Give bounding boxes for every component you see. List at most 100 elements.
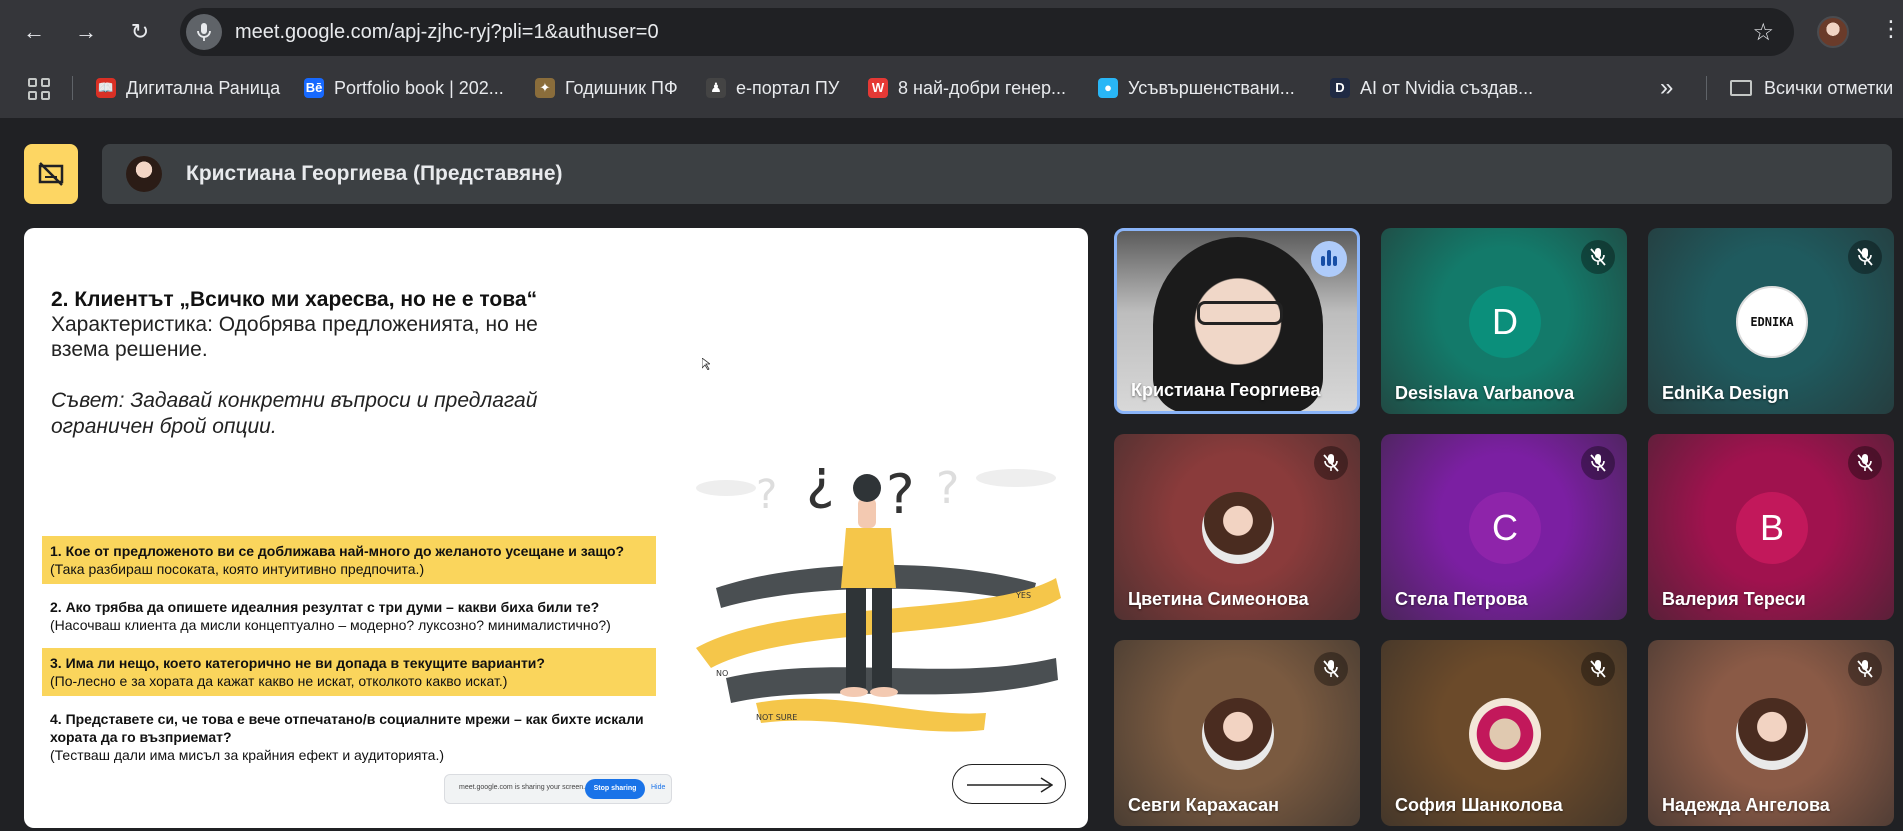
participant-tile[interactable]: София Шанколова [1381, 640, 1627, 826]
bookmark-item[interactable]: ♟ е-портал ПУ [706, 76, 839, 100]
forward-arrow-icon[interactable]: → [68, 14, 104, 50]
illus-yes-label: YES [1015, 591, 1031, 600]
bookmark-favicon-icon: 📖 [96, 78, 116, 98]
bookmark-item[interactable]: ✦ Годишник ПФ [535, 76, 678, 100]
bookmark-label: Усъвършенствани... [1128, 78, 1295, 98]
bookmark-item[interactable]: 📖 Дигитална Раница [96, 76, 280, 100]
bookmarks-bar: 📖 Дигитална Раница Bē Portfolio book | 202.… [0, 66, 1903, 110]
participant-avatar [1202, 698, 1274, 770]
participant-tile[interactable]: Севги Карахасан [1114, 640, 1360, 826]
bookmark-item[interactable]: W 8 най-добри генер... [868, 76, 1066, 100]
slide-question: 2. Ако трябва да опишете идеалния резулт… [42, 592, 656, 640]
svg-text:?: ? [936, 463, 959, 514]
bookmarks-divider [72, 76, 73, 100]
slide-question: 4. Представете си, че това е вече отпеча… [42, 704, 656, 770]
participant-tile[interactable]: Кристиана Георгиева [1114, 228, 1360, 414]
participant-name: София Шанколова [1395, 795, 1563, 815]
svg-text:?: ? [886, 463, 915, 526]
hide-banner-button[interactable]: Hide [651, 784, 665, 791]
bookmark-label: е-портал ПУ [736, 78, 840, 98]
question-note: (Така разбираш посоката, която интуитивн… [50, 561, 425, 577]
participant-name: Desislava Varbanova [1395, 383, 1575, 403]
participant-name: Кристиана Георгиева [1131, 380, 1321, 400]
bookmark-favicon-icon: ● [1098, 78, 1118, 98]
muted-mic-icon [1314, 446, 1348, 480]
svg-text:¿: ¿ [806, 448, 835, 511]
meet-stage: Кристиана Георгиева (Представяне) 2. Кли… [0, 118, 1903, 831]
url-text: meet.google.com/apj-zjhc-ryj?pli=1&authu… [235, 21, 659, 43]
participant-name: Надежда Ангелова [1662, 795, 1830, 815]
participant-tile[interactable]: B Валерия Тереси [1648, 434, 1894, 620]
question-text: 1. Кое от предложеното ви се доближава н… [50, 543, 625, 559]
participant-tile[interactable]: C Стела Петрова [1381, 434, 1627, 620]
speaking-indicator-icon [1311, 241, 1347, 277]
question-text: 3. Има ли нещо, което категорично не ви … [50, 655, 545, 671]
participant-name: Цветина Симеонова [1128, 589, 1309, 609]
bookmark-label: Годишник ПФ [565, 78, 678, 98]
illus-no-label: NO [716, 669, 728, 678]
question-text: 4. Представете си, че това е вече отпеча… [50, 711, 644, 745]
question-note: (По-лесно е за хората да кажат какво не … [50, 673, 508, 689]
right-arrow-icon [967, 777, 1053, 793]
muted-mic-icon [1314, 652, 1348, 686]
browser-chrome: ← → ↻ meet.google.com/apj-zjhc-ryj?pli=1… [0, 0, 1903, 118]
camera-off-button[interactable] [24, 144, 78, 204]
svg-text:?: ? [756, 472, 777, 518]
participant-name: Севги Карахасан [1128, 795, 1279, 815]
bookmark-star-icon[interactable]: ☆ [1752, 18, 1774, 47]
camera-off-icon [38, 162, 64, 186]
bookmark-label: Дигитална Раница [126, 78, 281, 98]
participant-avatar: D [1469, 286, 1541, 358]
address-bar[interactable]: meet.google.com/apj-zjhc-ryj?pli=1&authu… [180, 8, 1794, 56]
participant-name: Валерия Тереси [1662, 589, 1806, 609]
reload-icon[interactable]: ↻ [122, 14, 158, 50]
participant-name: EdniKa Design [1662, 383, 1790, 403]
bookmarks-overflow-icon[interactable]: » [1660, 76, 1673, 100]
presenter-label: Кристиана Георгиева (Представяне) [186, 162, 563, 185]
all-bookmarks-folder[interactable]: Всички отметки [1730, 76, 1893, 100]
participant-tile[interactable]: Надежда Ангелова [1648, 640, 1894, 826]
illus-not-sure-label: NOT SURE [756, 713, 797, 722]
voice-search-icon[interactable] [186, 14, 222, 50]
muted-mic-icon [1581, 240, 1615, 274]
mouse-cursor-icon [702, 358, 710, 370]
slide-advice: Съвет: Задавай конкретни въпроси и предл… [51, 389, 538, 438]
muted-mic-icon [1848, 240, 1882, 274]
next-slide-arrow[interactable] [952, 764, 1066, 804]
back-arrow-icon[interactable]: ← [16, 14, 52, 50]
participant-tile[interactable]: EDNIKA EdniKa Design [1648, 228, 1894, 414]
muted-mic-icon [1848, 446, 1882, 480]
bookmark-item[interactable]: ● Усъвършенствани... [1098, 76, 1295, 100]
bookmarks-divider [1706, 76, 1707, 100]
apps-grid-icon[interactable] [28, 78, 50, 100]
participant-avatar [1202, 492, 1274, 564]
presenter-avatar [126, 156, 162, 192]
participant-avatar: C [1469, 492, 1541, 564]
slide-title: 2. Клиентът „Всичко ми харесва, но не е … [51, 288, 538, 311]
share-banner-text: meet.google.com is sharing your screen. [459, 784, 586, 791]
question-note: (Тестваш дали има мисъл за крайния ефект… [50, 747, 445, 763]
stop-sharing-button[interactable]: Stop sharing [585, 779, 645, 799]
participant-tile[interactable]: D Desislava Varbanova [1381, 228, 1627, 414]
shared-screen[interactable]: 2. Клиентът „Всичко ми харесва, но не е … [24, 228, 1088, 828]
folder-icon [1730, 80, 1752, 96]
participant-tile[interactable]: Цветина Симеонова [1114, 434, 1360, 620]
screen-share-banner: meet.google.com is sharing your screen. … [444, 774, 672, 804]
bookmark-item[interactable]: Bē Portfolio book | 202... [304, 76, 504, 100]
slide-question: 1. Кое от предложеното ви се доближава н… [42, 536, 656, 584]
profile-avatar[interactable] [1817, 16, 1849, 48]
participant-avatar [1469, 698, 1541, 770]
slide-question: 3. Има ли нещо, което категорично не ви … [42, 648, 656, 696]
all-bookmarks-label: Всички отметки [1764, 78, 1894, 98]
participant-logo: EDNIKA [1736, 286, 1808, 358]
bookmark-favicon-icon: ♟ [706, 78, 726, 98]
participant-name: Стела Петрова [1395, 589, 1528, 609]
bookmark-favicon-icon: D [1330, 78, 1350, 98]
participant-glasses [1197, 301, 1283, 325]
muted-mic-icon [1581, 652, 1615, 686]
slide-subtitle: Характеристика: Одобрява предложенията, … [51, 313, 538, 361]
browser-menu-icon[interactable]: ⋮ [1880, 16, 1902, 42]
bookmark-label: AI от Nvidia създав... [1360, 78, 1534, 98]
bookmark-item[interactable]: D AI от Nvidia създав... [1330, 76, 1533, 100]
muted-mic-icon [1581, 446, 1615, 480]
